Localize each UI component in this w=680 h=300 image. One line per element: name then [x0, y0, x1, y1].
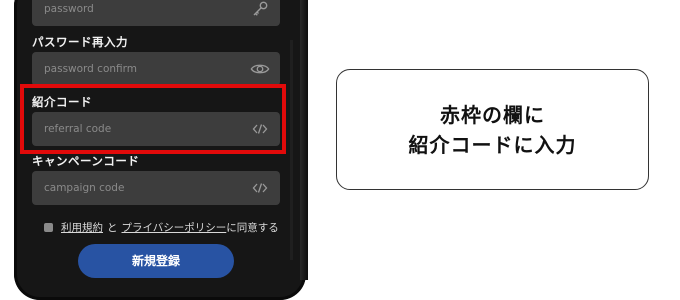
password-field[interactable]: [32, 0, 280, 26]
key-icon: [250, 0, 270, 18]
terms-link[interactable]: 利用規約: [61, 220, 103, 235]
password-confirm-input[interactable]: [32, 52, 244, 86]
privacy-policy-link[interactable]: プライバシーポリシー: [122, 220, 227, 235]
eye-icon[interactable]: [250, 60, 270, 78]
password-confirm-label: パスワード再入力: [32, 35, 128, 49]
agreement-checkbox[interactable]: [44, 223, 53, 232]
agreement-connector: と: [107, 222, 118, 234]
code-icon: [250, 179, 270, 197]
password-input[interactable]: [32, 0, 244, 26]
callout-line-1: 赤枠の欄に: [440, 102, 545, 127]
callout-line-2: 紹介コードに入力: [408, 132, 577, 157]
instruction-callout: 赤枠の欄に 紹介コードに入力: [336, 69, 649, 190]
agreement-row: 利用規約 と プライバシーポリシー に同意する: [44, 220, 279, 235]
scrollbar[interactable]: [290, 40, 293, 260]
password-confirm-field[interactable]: [32, 52, 280, 86]
agreement-suffix: に同意する: [226, 222, 279, 234]
campaign-code-field[interactable]: [32, 171, 280, 205]
phone-bezel: [300, 0, 308, 280]
register-button[interactable]: 新規登録: [78, 244, 234, 278]
campaign-code-input[interactable]: [32, 171, 244, 205]
highlight-frame: [20, 84, 286, 154]
campaign-code-label: キャンペーンコード: [32, 154, 140, 168]
